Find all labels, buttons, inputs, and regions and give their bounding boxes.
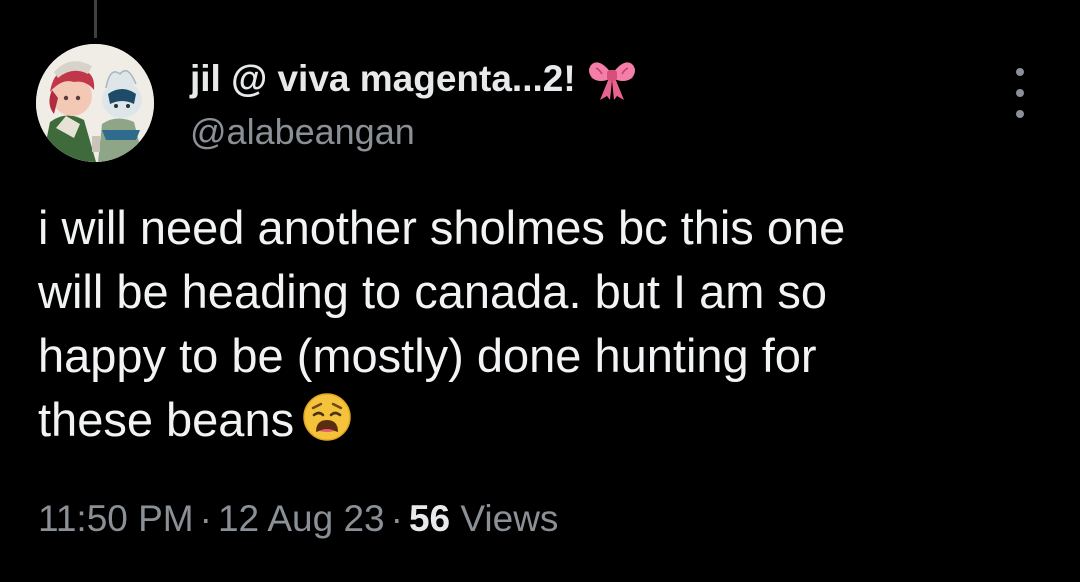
meta-separator: · xyxy=(199,498,212,539)
more-vertical-icon-dot xyxy=(1016,89,1024,97)
tweet-text: i will need another sholmes bc this one … xyxy=(38,196,1038,452)
views-count[interactable]: 56 xyxy=(409,498,450,539)
tweet-line: i will need another sholmes bc this one xyxy=(38,201,846,254)
thread-connector-line xyxy=(94,0,97,38)
tweet-last-line: these beans xyxy=(38,388,1038,452)
avatar-illustration xyxy=(36,44,154,162)
more-vertical-icon-dot xyxy=(1016,110,1024,118)
meta-separator: · xyxy=(390,498,403,539)
tweet-line-text: these beans xyxy=(38,393,295,446)
ribbon-bow-icon xyxy=(586,56,638,102)
tweet-line: will be heading to canada. but I am so xyxy=(38,265,828,318)
tweet-time[interactable]: 11:50 PM xyxy=(38,498,194,539)
author-name-row[interactable]: jil @ viva magenta...2! xyxy=(190,56,638,102)
weary-face-icon xyxy=(302,392,352,442)
views-label[interactable]: Views xyxy=(460,498,558,539)
author-display-name[interactable]: jil @ viva magenta...2! xyxy=(190,58,576,100)
author-handle[interactable]: @alabeangan xyxy=(190,111,415,153)
more-vertical-icon xyxy=(1016,68,1024,76)
tweet-date[interactable]: 12 Aug 23 xyxy=(218,498,385,539)
tweet-meta: 11:50 PM · 12 Aug 23 · 56 Views xyxy=(38,498,558,540)
more-options-button[interactable] xyxy=(1004,68,1036,118)
avatar[interactable] xyxy=(36,44,154,162)
tweet-line: happy to be (mostly) done hunting for xyxy=(38,329,817,382)
